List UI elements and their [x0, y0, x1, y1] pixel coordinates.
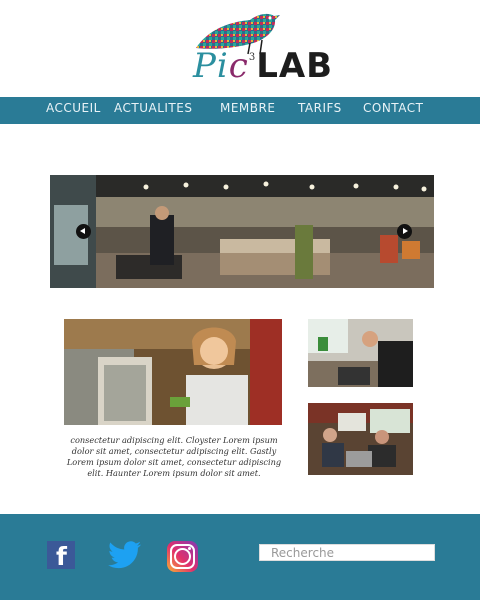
twitter-bird-icon	[108, 541, 141, 569]
logo-lab: LAB	[256, 46, 334, 86]
instagram-dot	[188, 547, 191, 550]
nav-item-tarifs[interactable]: TARIFS	[298, 101, 342, 115]
side-photo-bottom	[308, 403, 413, 475]
site-logo[interactable]: Pic3LAB	[188, 10, 332, 92]
side-image-top	[308, 319, 413, 387]
nav-item-contact[interactable]: CONTACT	[363, 101, 423, 115]
side-photo-top	[308, 319, 413, 387]
slider-prev-button[interactable]	[76, 224, 91, 239]
facebook-icon[interactable]: f	[47, 541, 75, 571]
twitter-icon[interactable]	[108, 541, 142, 569]
side-image-bottom	[308, 403, 413, 475]
nav-item-actualites[interactable]: ACTUALITES	[114, 101, 192, 115]
logo-superscript: 3	[248, 52, 257, 63]
nav-item-membre[interactable]: MEMBRE	[220, 101, 275, 115]
instagram-icon[interactable]	[167, 541, 198, 572]
logo-pi: Pi	[193, 46, 229, 86]
site-footer: f Recherche	[0, 514, 480, 600]
featured-image	[64, 319, 282, 425]
slider-next-button[interactable]	[397, 224, 412, 239]
featured-photo	[64, 319, 282, 425]
instagram-lens	[174, 548, 191, 565]
main-navigation: ACCUEIL ACTUALITES MEMBRE TARIFS CONTACT	[0, 97, 480, 124]
search-input[interactable]: Recherche	[259, 544, 435, 561]
logo-c: c	[228, 46, 249, 86]
image-slider	[50, 175, 434, 288]
article-text: consectetur adipiscing elit. Cloyster Lo…	[66, 435, 282, 478]
slider-image	[50, 175, 434, 288]
logo-wordmark: Pic3LAB	[193, 46, 333, 86]
facebook-glyph: f	[56, 542, 67, 571]
nav-item-accueil[interactable]: ACCUEIL	[46, 101, 101, 115]
